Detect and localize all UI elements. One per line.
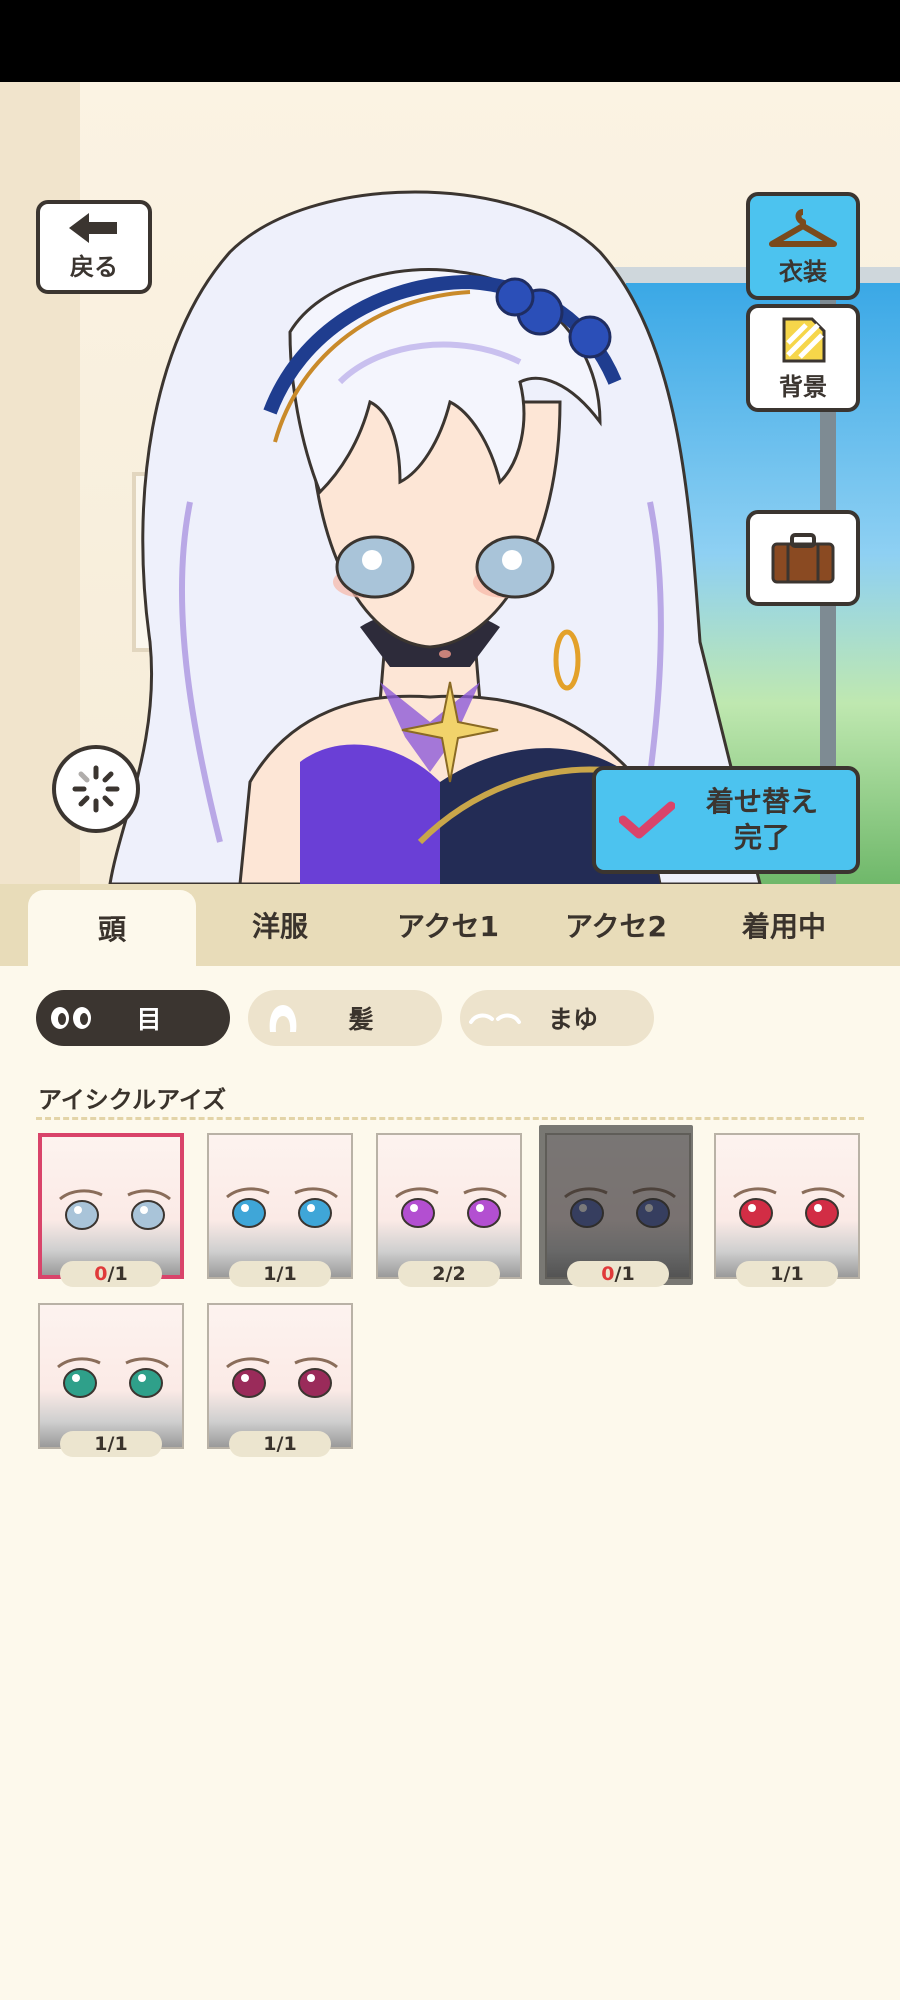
suitcase-icon (771, 533, 835, 584)
background-button[interactable]: 背景 (746, 304, 860, 412)
tab-clothes[interactable]: 洋服 (196, 884, 364, 966)
character-preview: 戻る 衣装 背景 着せ替え 完了 (0, 82, 900, 884)
eyebrows-icon (469, 1013, 521, 1024)
eye-item-card[interactable]: 0/1 (539, 1125, 693, 1287)
item-owned-count: 0 (601, 1263, 615, 1285)
eye-item-card[interactable]: 1/1 (207, 1303, 353, 1457)
loading-spinner-icon (72, 765, 120, 813)
tab-head[interactable]: 頭 (28, 890, 196, 966)
subtab-eyes[interactable]: 目 (36, 990, 230, 1046)
background-button-label: 背景 (779, 372, 827, 401)
eyes-icon (51, 1007, 91, 1029)
back-button[interactable]: 戻る (36, 200, 152, 294)
arrow-left-icon (69, 212, 117, 243)
section-title: アイシクルアイズ (38, 1086, 227, 1114)
item-count-badge: 1/1 (736, 1261, 838, 1287)
costume-button[interactable]: 衣装 (746, 192, 860, 300)
finish-dressup-button[interactable]: 着せ替え 完了 (592, 766, 860, 874)
tab-wearing[interactable]: 着用中 (700, 884, 868, 966)
eye-item-card[interactable]: 0/1 (38, 1133, 184, 1287)
rotate-button[interactable] (52, 745, 140, 833)
item-count-badge: 1/1 (229, 1261, 331, 1287)
item-owned-count: 1 (770, 1263, 784, 1285)
eye-item-card[interactable]: 1/1 (207, 1133, 353, 1287)
item-owned-count: 0 (94, 1263, 108, 1285)
item-total-count: 1 (283, 1433, 297, 1455)
subtab-eyes-label: 目 (136, 1005, 162, 1034)
item-owned-count: 1 (263, 1433, 277, 1455)
subtab-hair[interactable]: 髪 (248, 990, 442, 1046)
eye-item-thumbnail (38, 1133, 184, 1279)
item-count-badge: 1/1 (60, 1431, 162, 1457)
eye-item-card[interactable]: 1/1 (714, 1133, 860, 1287)
checkmark-icon (619, 801, 675, 839)
subtab-hair-label: 髪 (348, 1005, 374, 1034)
item-total-count: 1 (790, 1263, 804, 1285)
category-tabs: 頭 洋服 アクセ1 アクセ2 着用中 (0, 884, 900, 966)
item-total-count: 1 (114, 1433, 128, 1455)
document-icon (782, 317, 826, 362)
item-owned-count: 2 (432, 1263, 446, 1285)
item-count-badge: 0/1 (567, 1261, 669, 1287)
item-count-badge: 2/2 (398, 1261, 500, 1287)
back-button-label: 戻る (70, 252, 118, 281)
bag-button[interactable] (746, 510, 860, 606)
head-part-filter: 目 髪 まゆ (36, 990, 654, 1046)
subtab-eyebrows[interactable]: まゆ (460, 990, 654, 1046)
eye-item-thumbnail (376, 1133, 522, 1279)
subtab-eyebrows-label: まゆ (547, 1005, 598, 1034)
eye-item-thumbnail (714, 1133, 860, 1279)
status-bar (0, 0, 900, 82)
item-total-count: 2 (452, 1263, 466, 1285)
tab-accessory-1[interactable]: アクセ1 (364, 884, 532, 966)
costume-button-label: 衣装 (779, 257, 827, 286)
hair-icon (269, 1005, 297, 1032)
item-owned-count: 1 (94, 1433, 108, 1455)
eye-item-thumbnail (207, 1133, 353, 1279)
tab-accessory-2[interactable]: アクセ2 (532, 884, 700, 966)
eye-item-thumbnail (207, 1303, 353, 1449)
item-count-badge: 0/1 (60, 1261, 162, 1287)
hanger-icon (769, 208, 837, 247)
item-total-count: 1 (114, 1263, 128, 1285)
item-owned-count: 1 (263, 1263, 277, 1285)
eye-item-thumbnail (38, 1303, 184, 1449)
eye-item-card[interactable]: 2/2 (376, 1133, 522, 1287)
item-total-count: 1 (283, 1263, 297, 1285)
section-divider (36, 1117, 864, 1120)
eye-item-card[interactable]: 1/1 (38, 1303, 184, 1457)
finish-dressup-label: 着せ替え 完了 (705, 785, 818, 854)
item-count-badge: 1/1 (229, 1431, 331, 1457)
item-total-count: 1 (621, 1263, 635, 1285)
